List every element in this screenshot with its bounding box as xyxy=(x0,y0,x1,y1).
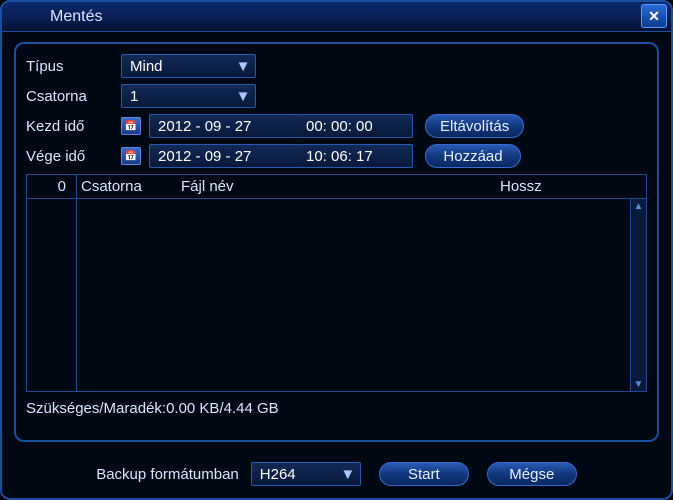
add-button[interactable]: Hozzáad xyxy=(425,144,521,168)
chevron-down-icon: ▼ xyxy=(235,88,251,104)
type-row: Típus Mind ▼ xyxy=(26,54,647,78)
backup-dialog: Mentés ✕ Típus Mind ▼ Csatorna 1 ▼ Kezd … xyxy=(0,0,673,500)
length-header[interactable]: Hossz xyxy=(496,178,646,195)
footer: Backup formátumban H264 ▼ Start Mégse xyxy=(2,462,671,486)
format-label: Backup formátumban xyxy=(96,466,239,483)
scroll-down-icon[interactable]: ▼ xyxy=(632,377,646,391)
chevron-down-icon: ▼ xyxy=(235,58,251,74)
channel-label: Csatorna xyxy=(26,88,121,105)
close-icon: ✕ xyxy=(648,8,660,25)
type-label: Típus xyxy=(26,58,121,75)
cancel-button[interactable]: Mégse xyxy=(487,462,577,486)
calendar-icon[interactable]: 📅 xyxy=(121,117,141,135)
end-time-input[interactable]: 10: 06: 17 xyxy=(298,144,413,168)
scroll-up-icon[interactable]: ▲ xyxy=(632,199,646,213)
close-button[interactable]: ✕ xyxy=(641,4,667,28)
type-select[interactable]: Mind ▼ xyxy=(121,54,256,78)
start-time-input[interactable]: 00: 00: 00 xyxy=(298,114,413,138)
chevron-down-icon: ▼ xyxy=(340,466,356,482)
file-table: 0 Csatorna Fájl név Hossz ▲ ▼ xyxy=(26,174,647,392)
calendar-icon[interactable]: 📅 xyxy=(121,147,141,165)
end-label: Vége idő xyxy=(26,148,121,165)
table-content xyxy=(77,199,630,391)
table-header: 0 Csatorna Fájl név Hossz xyxy=(27,175,646,199)
format-value: H264 xyxy=(260,466,296,483)
status-text: Szükséges/Maradék:0.00 KB/4.44 GB xyxy=(26,400,647,417)
channel-header[interactable]: Csatorna xyxy=(77,178,177,195)
table-body: ▲ ▼ xyxy=(27,199,646,391)
filename-header[interactable]: Fájl név xyxy=(177,178,496,195)
table-index-col xyxy=(27,199,77,391)
remove-button[interactable]: Eltávolítás xyxy=(425,114,524,138)
scrollbar[interactable]: ▲ ▼ xyxy=(630,199,646,391)
channel-select[interactable]: 1 ▼ xyxy=(121,84,256,108)
titlebar: Mentés ✕ xyxy=(2,2,671,32)
window-title: Mentés xyxy=(50,8,102,26)
channel-row: Csatorna 1 ▼ xyxy=(26,84,647,108)
start-label: Kezd idő xyxy=(26,118,121,135)
start-button[interactable]: Start xyxy=(379,462,469,486)
end-date-input[interactable]: 2012 - 09 - 27 xyxy=(149,144,299,168)
start-date-input[interactable]: 2012 - 09 - 27 xyxy=(149,114,299,138)
start-time-row: Kezd idő 📅 2012 - 09 - 27 00: 00: 00 Elt… xyxy=(26,114,647,138)
channel-value: 1 xyxy=(130,88,138,105)
format-select[interactable]: H264 ▼ xyxy=(251,462,361,486)
end-time-row: Vége idő 📅 2012 - 09 - 27 10: 06: 17 Hoz… xyxy=(26,144,647,168)
count-header: 0 xyxy=(27,175,77,198)
type-value: Mind xyxy=(130,58,163,75)
content-panel: Típus Mind ▼ Csatorna 1 ▼ Kezd idő 📅 201… xyxy=(14,42,659,442)
